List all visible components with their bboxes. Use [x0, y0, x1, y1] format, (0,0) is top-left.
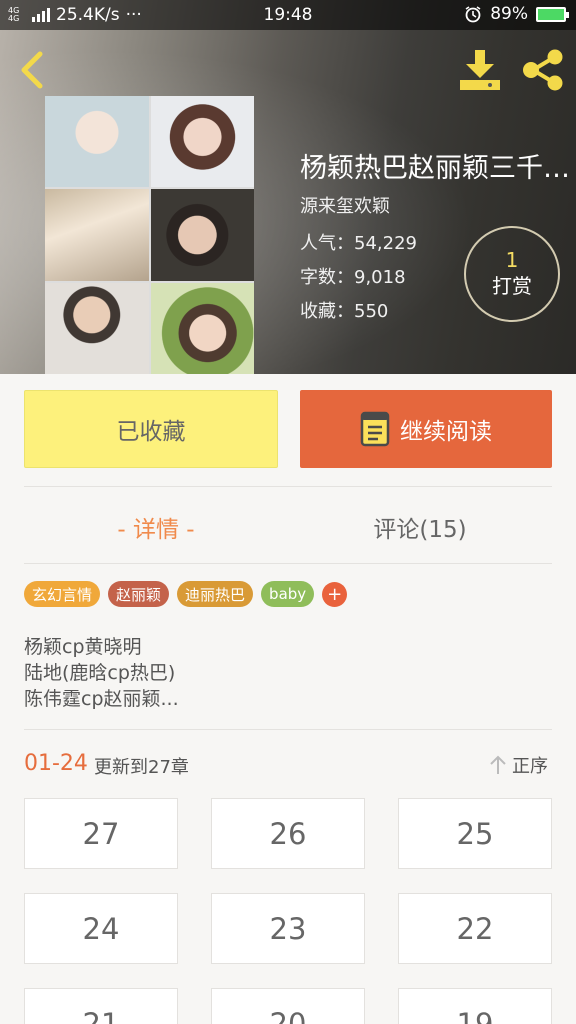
download-icon[interactable] — [458, 48, 502, 92]
sort-label: 正序 — [512, 756, 548, 777]
book-author[interactable]: 源来玺欢颖 — [300, 192, 390, 218]
arrow-up-icon — [490, 755, 506, 774]
chapter-button[interactable]: 19 — [398, 988, 552, 1024]
book-header: 4G 4G 25.4K/s ··· 19:48 89% 杨颖热巴赵丽颖三千… 源… — [0, 0, 576, 374]
chapter-button[interactable]: 24 — [24, 893, 178, 964]
word-count-stat: 字数：9,018 — [300, 263, 406, 289]
popularity-label: 人气： — [300, 233, 354, 254]
favorites-label: 收藏： — [300, 301, 354, 322]
description-line: 陆地(鹿晗cp热巴) — [24, 662, 176, 684]
tab-detail[interactable]: - 详情 - — [24, 510, 288, 544]
chapter-button[interactable]: 20 — [211, 988, 365, 1024]
cover-photo — [45, 189, 149, 281]
sort-button[interactable]: 正序 — [488, 752, 548, 778]
network-type: 4G 4G — [8, 6, 20, 23]
network-speed: 25.4K/s — [56, 5, 120, 25]
favorites-stat: 收藏：550 — [300, 297, 388, 323]
popularity-value: 54,229 — [354, 233, 417, 254]
book-description[interactable]: 杨颖cp黄晓明 陆地(鹿晗cp热巴) 陈伟霆cp赵丽颖... — [24, 634, 179, 712]
tag[interactable]: 迪丽热巴 — [177, 581, 254, 607]
chapter-button[interactable]: 25 — [398, 798, 552, 869]
cover-photo — [150, 96, 254, 188]
book-title: 杨颖热巴赵丽颖三千… — [300, 153, 570, 184]
book-icon — [360, 411, 390, 447]
word-count-value: 9,018 — [354, 267, 406, 288]
tab-comments[interactable]: 评论(15) — [288, 510, 552, 544]
signal-icon — [32, 8, 50, 22]
chapter-button[interactable]: 27 — [24, 798, 178, 869]
clock: 19:48 — [263, 5, 313, 25]
cover-photo — [150, 189, 254, 281]
continue-reading-label: 继续阅读 — [400, 419, 492, 445]
update-range: 01-24 — [24, 751, 88, 776]
tag-list: 玄幻言情 赵丽颖 迪丽热巴 baby + — [24, 581, 348, 607]
chapter-button[interactable]: 21 — [24, 988, 178, 1024]
status-dots: ··· — [125, 5, 142, 25]
battery-percent: 89% — [490, 4, 528, 24]
tag[interactable]: 赵丽颖 — [108, 581, 170, 607]
divider — [24, 563, 552, 564]
alarm-icon — [465, 6, 481, 23]
status-bar: 4G 4G 25.4K/s ··· 19:48 89% — [0, 0, 576, 30]
reward-count: 1 — [505, 248, 519, 272]
popularity-stat: 人气：54,229 — [300, 229, 417, 255]
chevron-left-icon[interactable] — [14, 50, 50, 90]
divider — [24, 486, 552, 487]
chapter-button[interactable]: 23 — [211, 893, 365, 964]
chapter-grid: 27 26 25 24 23 22 21 20 19 — [24, 798, 552, 1024]
reward-label: 打赏 — [492, 274, 532, 298]
description-line: 杨颖cp黄晓明 — [24, 636, 142, 658]
battery-icon — [536, 6, 569, 22]
cover-photo — [150, 282, 254, 374]
description-line: 陈伟霆cp赵丽颖... — [24, 688, 179, 710]
favorited-label: 已收藏 — [116, 419, 186, 445]
tag[interactable]: baby — [261, 581, 315, 607]
add-tag-button[interactable]: + — [322, 581, 348, 607]
book-cover[interactable] — [45, 96, 254, 374]
chapter-button[interactable]: 26 — [211, 798, 365, 869]
update-status: 更新到27章 — [94, 757, 189, 778]
reward-button[interactable]: 1 打赏 — [464, 226, 560, 322]
cover-photo — [45, 282, 149, 374]
word-count-label: 字数： — [300, 267, 354, 288]
favorites-value: 550 — [354, 301, 389, 322]
favorited-button[interactable]: 已收藏 — [24, 390, 278, 468]
divider — [24, 729, 552, 730]
share-icon[interactable] — [520, 48, 566, 92]
chapter-button[interactable]: 22 — [398, 893, 552, 964]
continue-reading-button[interactable]: 继续阅读 — [300, 390, 552, 468]
tag[interactable]: 玄幻言情 — [24, 581, 101, 607]
cover-photo — [45, 96, 149, 188]
